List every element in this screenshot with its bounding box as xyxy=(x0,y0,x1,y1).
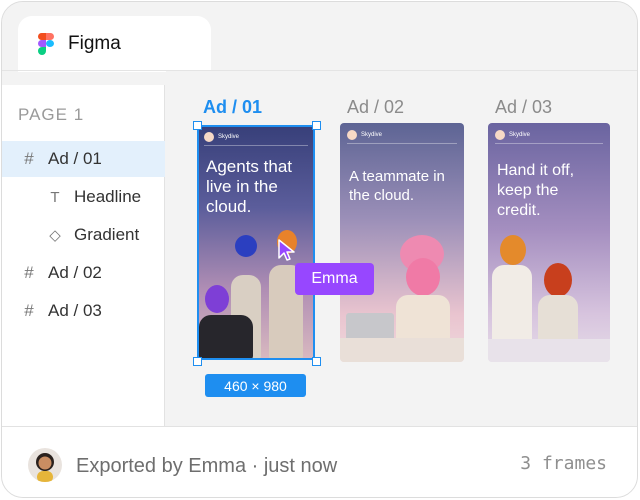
ad-headline: A teammate in the cloud. xyxy=(349,168,445,204)
avatar xyxy=(28,448,62,482)
text-icon: T xyxy=(50,188,60,206)
frame-icon: # xyxy=(24,149,34,168)
layer-ad-01[interactable]: # Ad / 01 xyxy=(2,141,165,177)
collaborator-name-tag: Emma xyxy=(295,263,374,295)
layer-label: Ad / 01 xyxy=(48,149,102,168)
brand-name: Skydive xyxy=(361,132,383,138)
ad-headline: Hand it off, keep the credit. xyxy=(497,162,575,219)
layer-label: Ad / 02 xyxy=(48,263,102,282)
layer-gradient[interactable]: ◇ Gradient xyxy=(2,217,165,253)
layer-ad-02[interactable]: # Ad / 02 xyxy=(2,255,165,291)
resize-handle-bottom-right[interactable] xyxy=(312,357,321,366)
frames-count: 3 frames xyxy=(520,453,607,474)
export-status-text: Exported by Emma · just now xyxy=(76,455,338,477)
resize-handle-top-right[interactable] xyxy=(312,121,321,130)
tab-figma[interactable]: Figma xyxy=(18,16,211,72)
figma-window: Figma PAGE 1 # Ad / 01 T Headline ◇ Grad… xyxy=(1,1,638,498)
frame-icon: # xyxy=(24,263,34,282)
frame-ad-02[interactable]: Skydive A teammate in the cloud. xyxy=(340,123,464,362)
user-avatar-icon xyxy=(36,453,54,482)
layers-panel: PAGE 1 # Ad / 01 T Headline ◇ Gradient #… xyxy=(2,85,165,426)
frame-label-ad-02[interactable]: Ad / 02 xyxy=(347,97,404,118)
frame-label-ad-01[interactable]: Ad / 01 xyxy=(203,97,262,118)
brand-logo-icon xyxy=(495,130,505,140)
frame-ad-03[interactable]: Skydive Hand it off, keep the credit. xyxy=(488,123,610,362)
figma-logo-icon xyxy=(38,33,54,55)
resize-handle-bottom-left[interactable] xyxy=(193,357,202,366)
selection-box[interactable] xyxy=(197,125,315,360)
layer-label: Headline xyxy=(74,187,142,206)
brand-logo: Skydive xyxy=(495,130,530,140)
tab-title: Figma xyxy=(68,33,121,54)
layer-ad-03[interactable]: # Ad / 03 xyxy=(2,293,165,329)
tab-bar: Figma xyxy=(2,2,637,72)
layer-headline[interactable]: T Headline xyxy=(2,179,165,215)
diamond-icon: ◇ xyxy=(49,227,61,244)
page-label[interactable]: PAGE 1 xyxy=(18,105,84,125)
resize-handle-top-left[interactable] xyxy=(193,121,202,130)
workspace: PAGE 1 # Ad / 01 T Headline ◇ Gradient #… xyxy=(2,70,637,426)
brand-name: Skydive xyxy=(509,132,531,138)
canvas[interactable]: Ad / 01 Ad / 02 Ad / 03 Skydive Agents t… xyxy=(166,71,637,426)
brand-logo: Skydive xyxy=(347,130,382,140)
brand-logo-icon xyxy=(347,130,357,140)
layer-label: Gradient xyxy=(74,225,140,244)
collaborator-cursor-icon xyxy=(278,239,295,261)
status-footer: Exported by Emma · just now 3 frames xyxy=(2,426,637,497)
selection-size-badge: 460 × 980 xyxy=(205,374,306,397)
frame-label-ad-03[interactable]: Ad / 03 xyxy=(495,97,552,118)
layer-label: Ad / 03 xyxy=(48,301,102,320)
frame-icon: # xyxy=(24,301,34,320)
